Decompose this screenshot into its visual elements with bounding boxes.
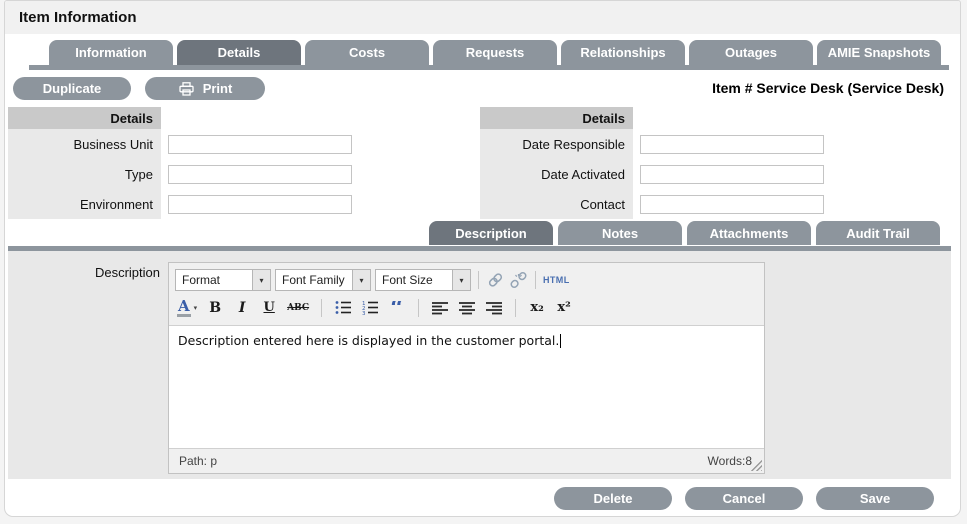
- align-left-icon[interactable]: [431, 297, 449, 319]
- toolbar-divider: [515, 298, 517, 317]
- tab-information[interactable]: Information: [49, 40, 173, 65]
- field-row-business-unit: Business Unit: [8, 129, 352, 159]
- insert-link-icon[interactable]: [486, 269, 505, 291]
- subtab-attachments[interactable]: Attachments: [687, 221, 811, 245]
- contact-label: Contact: [480, 189, 633, 219]
- editor-content-area[interactable]: Description entered here is displayed in…: [169, 326, 764, 448]
- editor-toolbar-row-2: A ▾ B I U ABC 1 2 3 x₂ x²: [175, 293, 758, 322]
- date-responsible-label: Date Responsible: [480, 129, 633, 159]
- business-unit-label: Business Unit: [8, 129, 161, 159]
- font-size-dropdown-value: Font Size: [376, 270, 452, 290]
- description-section: Description Format ▾ Font Family ▾ Font …: [8, 251, 951, 479]
- contact-input[interactable]: [640, 194, 824, 214]
- field-row-date-activated: Date Activated: [480, 159, 824, 189]
- text-cursor: [560, 334, 562, 348]
- toolbar-divider: [418, 298, 420, 317]
- delete-button-label: Delete: [593, 491, 633, 506]
- bullet-list-icon[interactable]: [334, 297, 352, 319]
- duplicate-button-label: Duplicate: [42, 81, 102, 96]
- strikethrough-button[interactable]: ABC: [287, 297, 309, 319]
- toolbar-divider: [478, 271, 479, 289]
- bold-button[interactable]: B: [206, 297, 224, 319]
- page-title: Item Information: [19, 9, 137, 26]
- printer-icon: [178, 81, 196, 96]
- font-color-button[interactable]: A ▾: [177, 297, 197, 319]
- font-color-icon: A: [177, 296, 191, 317]
- window-header-strip: [5, 1, 960, 34]
- main-tab-bar: Information Details Costs Requests Relat…: [49, 40, 941, 65]
- subscript-button[interactable]: x₂: [528, 297, 546, 319]
- font-family-dropdown-value: Font Family: [276, 270, 352, 290]
- date-responsible-input[interactable]: [640, 134, 824, 154]
- type-label: Type: [8, 159, 161, 189]
- print-button-label: Print: [202, 81, 233, 96]
- chevron-down-icon[interactable]: ▾: [352, 270, 370, 290]
- environment-label: Environment: [8, 189, 161, 219]
- footer-button-bar: Delete Cancel Save: [554, 487, 934, 510]
- date-activated-label: Date Activated: [480, 159, 633, 189]
- editor-toolbar-row-1: Format ▾ Font Family ▾ Font Size ▾ HTML: [175, 267, 758, 293]
- superscript-button[interactable]: x²: [555, 297, 573, 319]
- tab-outages[interactable]: Outages: [689, 40, 813, 65]
- editor-path-status: Path: p: [179, 454, 218, 468]
- editor-toolbar: Format ▾ Font Family ▾ Font Size ▾ HTML …: [169, 263, 764, 326]
- field-row-type: Type: [8, 159, 352, 189]
- format-dropdown-value: Format: [176, 270, 252, 290]
- tab-underline-bar: [29, 65, 949, 70]
- font-size-dropdown[interactable]: Font Size ▾: [375, 269, 471, 291]
- tab-requests[interactable]: Requests: [433, 40, 557, 65]
- save-button[interactable]: Save: [816, 487, 934, 510]
- delete-button[interactable]: Delete: [554, 487, 672, 510]
- remove-link-icon[interactable]: [509, 269, 528, 291]
- tab-costs[interactable]: Costs: [305, 40, 429, 65]
- type-input[interactable]: [168, 164, 352, 184]
- blockquote-icon[interactable]: “: [388, 301, 406, 315]
- underline-button[interactable]: U: [260, 297, 278, 319]
- environment-input[interactable]: [168, 194, 352, 214]
- subtab-notes[interactable]: Notes: [558, 221, 682, 245]
- editor-word-count: Words:8: [707, 454, 752, 468]
- tab-relationships[interactable]: Relationships: [561, 40, 685, 65]
- subtab-audit-trail[interactable]: Audit Trail: [816, 221, 940, 245]
- tab-amie-snapshots[interactable]: AMIE Snapshots: [817, 40, 941, 65]
- italic-button[interactable]: I: [233, 297, 251, 319]
- save-button-label: Save: [859, 491, 891, 506]
- numbered-list-icon[interactable]: 1 2 3: [361, 297, 379, 319]
- rich-text-editor: Format ▾ Font Family ▾ Font Size ▾ HTML …: [168, 262, 765, 474]
- tab-details[interactable]: Details: [177, 40, 301, 65]
- details-panel-left: Details Business Unit Type Environment: [8, 107, 352, 219]
- description-field-label: Description: [94, 265, 160, 280]
- chevron-down-icon[interactable]: ▾: [252, 270, 270, 290]
- details-left-header: Details: [8, 107, 161, 129]
- date-activated-input[interactable]: [640, 164, 824, 184]
- cancel-button[interactable]: Cancel: [685, 487, 803, 510]
- field-row-environment: Environment: [8, 189, 352, 219]
- field-row-date-responsible: Date Responsible: [480, 129, 824, 159]
- format-dropdown[interactable]: Format ▾: [175, 269, 271, 291]
- toolbar-divider: [535, 271, 536, 289]
- html-source-button[interactable]: HTML: [543, 269, 570, 291]
- font-family-dropdown[interactable]: Font Family ▾: [275, 269, 371, 291]
- align-right-icon[interactable]: [485, 297, 503, 319]
- toolbar-divider: [321, 298, 323, 317]
- cancel-button-label: Cancel: [722, 491, 766, 506]
- item-information-window: Item Information Information Details Cos…: [4, 0, 961, 517]
- subtab-description[interactable]: Description: [429, 221, 553, 245]
- chevron-down-icon[interactable]: ▾: [452, 270, 470, 290]
- print-button[interactable]: Print: [145, 77, 265, 100]
- duplicate-button[interactable]: Duplicate: [13, 77, 131, 100]
- field-row-contact: Contact: [480, 189, 824, 219]
- align-center-icon[interactable]: [458, 297, 476, 319]
- item-reference: Item # Service Desk (Service Desk): [712, 80, 944, 96]
- editor-text: Description entered here is displayed in…: [178, 333, 560, 348]
- sub-tab-bar: Description Notes Attachments Audit Trai…: [429, 221, 940, 245]
- chevron-down-icon[interactable]: ▾: [194, 304, 198, 312]
- details-panel-right: Details Date Responsible Date Activated …: [480, 107, 824, 219]
- editor-status-bar: Path: p Words:8: [169, 448, 764, 473]
- business-unit-input[interactable]: [168, 134, 352, 154]
- svg-text:3: 3: [362, 311, 366, 315]
- details-right-header: Details: [480, 107, 633, 129]
